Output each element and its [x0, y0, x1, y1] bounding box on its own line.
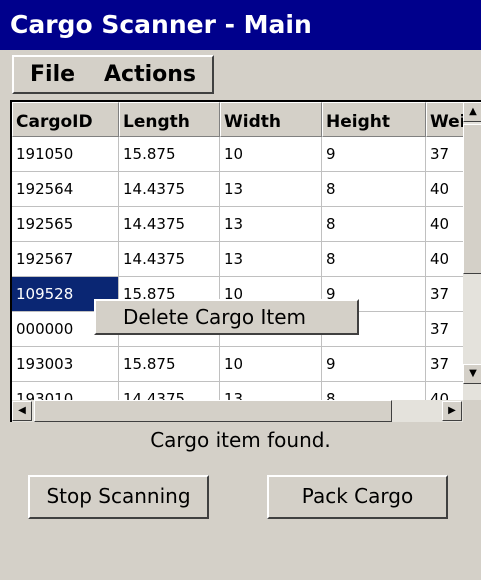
- cell-cargoid[interactable]: 193003: [12, 347, 119, 382]
- status-text: Cargo item found.: [150, 428, 331, 452]
- grid-header: CargoID Length Width Height Wei: [12, 102, 463, 137]
- cell-weight[interactable]: 37: [426, 277, 463, 312]
- menu-bar: File Actions: [0, 50, 481, 100]
- cell-weight[interactable]: 40: [426, 207, 463, 242]
- menu-group: File Actions: [12, 55, 214, 94]
- cargo-grid[interactable]: CargoID Length Width Height Wei 191050 1…: [10, 100, 481, 422]
- horizontal-scroll-thumb[interactable]: [34, 400, 392, 422]
- cell-width[interactable]: 13: [220, 382, 322, 400]
- table-row[interactable]: 192564 14.4375 13 8 40: [12, 172, 463, 207]
- stop-scanning-button[interactable]: Stop Scanning: [28, 475, 209, 519]
- table-row[interactable]: 192567 14.4375 13 8 40: [12, 242, 463, 277]
- table-row[interactable]: 193010 14.4375 13 8 40: [12, 382, 463, 400]
- scrollbar-corner: [463, 400, 481, 422]
- cell-height[interactable]: 8: [322, 207, 426, 242]
- cell-width[interactable]: 13: [220, 172, 322, 207]
- up-arrow-icon[interactable]: ▲: [463, 102, 481, 122]
- cell-height[interactable]: 8: [322, 242, 426, 277]
- grid-cells: CargoID Length Width Height Wei 191050 1…: [12, 102, 463, 400]
- delete-cargo-item[interactable]: Delete Cargo Item: [123, 305, 306, 329]
- cell-width[interactable]: 10: [220, 137, 322, 172]
- table-row[interactable]: 192565 14.4375 13 8 40: [12, 207, 463, 242]
- cell-weight[interactable]: 40: [426, 172, 463, 207]
- pack-cargo-button[interactable]: Pack Cargo: [267, 475, 448, 519]
- table-row[interactable]: 193003 15.875 10 9 37: [12, 347, 463, 382]
- cell-cargoid[interactable]: 192567: [12, 242, 119, 277]
- cell-length[interactable]: 14.4375: [119, 172, 220, 207]
- vertical-scroll-thumb[interactable]: [463, 124, 481, 274]
- down-arrow-icon[interactable]: ▼: [463, 364, 481, 384]
- column-header-height[interactable]: Height: [322, 102, 426, 137]
- cell-height[interactable]: 8: [322, 382, 426, 400]
- menu-actions[interactable]: Actions: [104, 62, 196, 87]
- cell-height[interactable]: 8: [322, 172, 426, 207]
- left-arrow-icon[interactable]: ◀: [12, 401, 32, 421]
- window-title: Cargo Scanner - Main: [0, 0, 481, 50]
- cell-length[interactable]: 15.875: [119, 347, 220, 382]
- cell-length[interactable]: 15.875: [119, 137, 220, 172]
- cell-weight[interactable]: 37: [426, 137, 463, 172]
- cell-width[interactable]: 13: [220, 207, 322, 242]
- cell-width[interactable]: 10: [220, 347, 322, 382]
- vertical-scrollbar[interactable]: ▲ ▼: [463, 102, 481, 400]
- right-arrow-icon[interactable]: ▶: [442, 401, 462, 421]
- menu-file[interactable]: File: [30, 62, 75, 87]
- cell-length[interactable]: 14.4375: [119, 382, 220, 400]
- context-menu: Delete Cargo Item: [94, 299, 359, 335]
- cell-cargoid[interactable]: 193010: [12, 382, 119, 400]
- cell-cargoid[interactable]: 192564: [12, 172, 119, 207]
- cell-width[interactable]: 13: [220, 242, 322, 277]
- cell-cargoid[interactable]: 192565: [12, 207, 119, 242]
- cell-cargoid[interactable]: 191050: [12, 137, 119, 172]
- cell-length[interactable]: 14.4375: [119, 242, 220, 277]
- cell-weight[interactable]: 37: [426, 312, 463, 347]
- cell-height[interactable]: 9: [322, 137, 426, 172]
- column-header-cargoid[interactable]: CargoID: [12, 102, 119, 137]
- column-header-length[interactable]: Length: [119, 102, 220, 137]
- cell-weight[interactable]: 37: [426, 347, 463, 382]
- cell-weight[interactable]: 40: [426, 382, 463, 400]
- cell-weight[interactable]: 40: [426, 242, 463, 277]
- column-header-weight[interactable]: Wei: [426, 102, 463, 137]
- cell-length[interactable]: 14.4375: [119, 207, 220, 242]
- horizontal-scrollbar[interactable]: ◀ ▶: [12, 400, 463, 422]
- table-row[interactable]: 191050 15.875 10 9 37: [12, 137, 463, 172]
- cell-height[interactable]: 9: [322, 347, 426, 382]
- column-header-width[interactable]: Width: [220, 102, 322, 137]
